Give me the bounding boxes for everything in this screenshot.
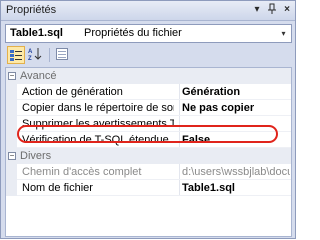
property-row-copy-to-output[interactable]: Copier dans le répertoire de sortie Ne p… <box>6 100 291 116</box>
property-row-build-action[interactable]: Action de génération Génération <box>6 84 291 100</box>
object-selector-dropdown[interactable]: Table1.sql Propriétés du fichier ▾ <box>5 24 292 43</box>
column-divider <box>179 180 180 196</box>
toolbar-separator <box>49 48 50 62</box>
property-name: Chemin d'accès complet <box>22 166 142 178</box>
collapse-icon[interactable]: − <box>8 72 16 80</box>
selected-object-type: Propriétés du fichier <box>84 27 182 39</box>
row-gutter <box>6 132 17 148</box>
properties-toolbar: A Z <box>5 45 292 65</box>
row-gutter <box>6 100 17 116</box>
property-name: Action de génération <box>22 86 123 98</box>
property-grid: − Avancé Action de génération Génération… <box>5 67 292 237</box>
collapse-icon[interactable]: − <box>8 152 16 160</box>
category-advanced[interactable]: − Avancé <box>6 68 291 84</box>
pin-icon[interactable] <box>265 3 279 17</box>
row-gutter <box>6 164 17 180</box>
property-value[interactable]: Ne pas copier <box>182 102 290 114</box>
property-value[interactable]: d:\users\wssbjlab\documer <box>182 166 290 178</box>
property-pages-icon[interactable] <box>54 46 72 64</box>
column-divider <box>179 84 180 100</box>
category-misc[interactable]: − Divers <box>6 148 291 164</box>
categorized-icon[interactable] <box>7 46 25 64</box>
selected-object-name: Table1.sql <box>10 27 63 39</box>
property-row-file-name[interactable]: Nom de fichier Table1.sql <box>6 180 291 196</box>
alphabetical-sort-icon[interactable]: A Z <box>27 46 45 64</box>
properties-window: Propriétés ▾ × Table1.sql Propriétés du … <box>0 0 296 239</box>
close-icon[interactable]: × <box>280 3 294 17</box>
row-gutter <box>6 180 17 196</box>
property-row-full-path[interactable]: Chemin d'accès complet d:\users\wssbjlab… <box>6 164 291 180</box>
svg-text:Z: Z <box>28 56 32 61</box>
property-value[interactable]: Génération <box>182 86 290 98</box>
column-divider <box>179 164 180 180</box>
row-gutter <box>6 116 17 132</box>
row-divider <box>17 195 291 196</box>
property-name: Copier dans le répertoire de sortie <box>22 102 174 114</box>
property-value[interactable]: Table1.sql <box>182 182 290 194</box>
window-title: Propriétés <box>6 4 57 16</box>
window-position-dropdown-icon[interactable]: ▾ <box>250 3 264 17</box>
highlight-ring-annotation <box>17 125 278 143</box>
property-name: Nom de fichier <box>22 182 93 194</box>
svg-text:A: A <box>28 49 33 55</box>
category-label: Avancé <box>20 70 57 82</box>
column-divider <box>179 100 180 116</box>
row-gutter <box>6 84 17 100</box>
category-label: Divers <box>20 150 52 162</box>
chevron-down-icon[interactable]: ▾ <box>276 25 291 42</box>
titlebar: Propriétés ▾ × <box>1 1 295 21</box>
